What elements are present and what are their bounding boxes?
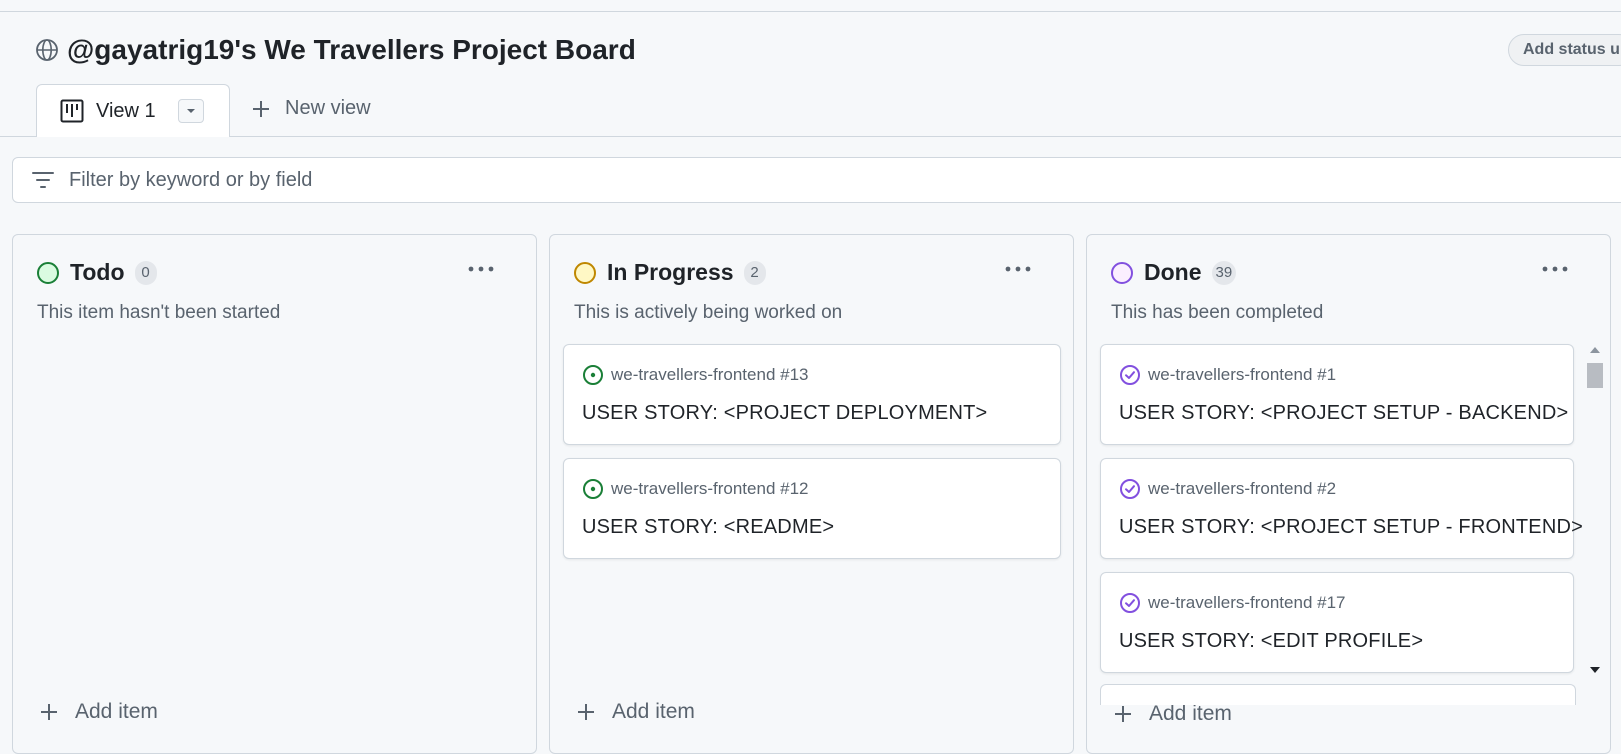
add-item-button[interactable]: Add item xyxy=(39,700,158,724)
ellipsis-icon xyxy=(1542,266,1568,272)
column-title: In Progress xyxy=(607,259,734,285)
add-item-label: Add item xyxy=(1149,702,1232,725)
new-view-label: New view xyxy=(285,97,371,119)
card-repo-label: we-travellers-frontend #2 xyxy=(1148,479,1337,498)
card-title[interactable]: USER STORY: <PROJECT SETUP - FRONTEND> xyxy=(1119,516,1583,539)
add-item-button[interactable]: Add item xyxy=(576,700,695,724)
scroll-down-arrow-icon xyxy=(1590,667,1600,673)
ellipsis-icon xyxy=(1005,266,1031,272)
issue-card[interactable]: we-travellers-frontend #17 USER STORY: <… xyxy=(1100,572,1574,673)
issue-card[interactable]: we-travellers-frontend #13 USER STORY: <… xyxy=(563,344,1061,445)
done-status-icon xyxy=(1111,261,1133,284)
column-description: This is actively being worked on xyxy=(574,302,843,323)
plus-icon xyxy=(1115,706,1131,722)
add-item-button[interactable]: Add item xyxy=(1113,702,1232,726)
add-status-update-button[interactable]: Add status u xyxy=(1508,34,1621,66)
project-header: @gayatrig19's We Travellers Project Boar… xyxy=(35,34,636,66)
filter-icon xyxy=(32,172,54,188)
card-repo-label: we-travellers-frontend #12 xyxy=(611,479,809,498)
column-in-progress: In Progress 2 This is actively being wor… xyxy=(549,234,1074,754)
filter-placeholder: Filter by keyword or by field xyxy=(69,168,313,191)
in-progress-status-icon xyxy=(574,261,596,284)
open-issue-icon xyxy=(583,479,603,499)
column-description: This has been completed xyxy=(1111,302,1324,323)
caret-down-icon xyxy=(186,109,195,113)
column-menu-button[interactable] xyxy=(1002,255,1034,283)
ellipsis-icon xyxy=(468,266,494,272)
item-count-badge: 0 xyxy=(134,260,157,285)
new-view-button[interactable]: New view xyxy=(251,97,371,120)
card-title[interactable]: USER STORY: <PROJECT DEPLOYMENT> xyxy=(582,402,987,425)
top-bar xyxy=(0,0,1621,12)
issue-card[interactable]: we-travellers-frontend #2 USER STORY: <P… xyxy=(1100,458,1583,559)
issue-card[interactable]: we-travellers-frontend #1 USER STORY: <P… xyxy=(1100,344,1574,445)
open-issue-icon xyxy=(583,365,603,385)
column-menu-button[interactable] xyxy=(465,255,497,283)
card-title[interactable]: USER STORY: <README> xyxy=(582,516,834,539)
view-options-button[interactable] xyxy=(177,99,204,123)
item-count-badge: 39 xyxy=(1211,260,1237,285)
add-item-label: Add item xyxy=(612,700,695,723)
issue-card[interactable]: we-travellers-frontend #12 USER STORY: <… xyxy=(563,458,1061,559)
closed-issue-icon xyxy=(1120,593,1140,613)
scroll-up-arrow-icon xyxy=(1590,347,1600,353)
tab-view-1[interactable]: View 1 xyxy=(36,84,230,137)
scrollbar[interactable] xyxy=(1585,340,1605,680)
card-title[interactable]: USER STORY: <PROJECT SETUP - BACKEND> xyxy=(1119,402,1568,425)
column-todo: Todo 0 This item hasn't been started Add… xyxy=(12,234,537,754)
card-repo-label: we-travellers-frontend #17 xyxy=(1148,593,1346,612)
column-title: Todo xyxy=(70,259,125,285)
plus-icon xyxy=(578,704,594,720)
column-done: Done 39 This has been completed we-trave… xyxy=(1086,234,1611,754)
card-repo-label: we-travellers-frontend #13 xyxy=(611,365,809,384)
column-title: Done xyxy=(1144,259,1202,285)
globe-icon xyxy=(36,39,58,61)
plus-icon xyxy=(41,704,57,720)
add-item-label: Add item xyxy=(75,700,158,723)
item-count-badge: 2 xyxy=(743,260,766,285)
card-title[interactable]: USER STORY: <EDIT PROFILE> xyxy=(1119,630,1423,653)
closed-issue-icon xyxy=(1120,479,1140,499)
tab-label: View 1 xyxy=(96,99,156,122)
filter-input[interactable]: Filter by keyword or by field xyxy=(12,157,1621,203)
closed-issue-icon xyxy=(1120,365,1140,385)
column-menu-button[interactable] xyxy=(1539,255,1571,283)
page-title: @gayatrig19's We Travellers Project Boar… xyxy=(67,34,636,65)
card-repo-label: we-travellers-frontend #1 xyxy=(1148,365,1337,384)
column-description: This item hasn't been started xyxy=(37,302,281,323)
board-icon xyxy=(60,99,84,123)
scrollbar-thumb xyxy=(1587,363,1603,388)
partially-visible-card[interactable] xyxy=(1100,684,1576,705)
tabs-divider xyxy=(0,136,1621,137)
todo-status-icon xyxy=(37,261,59,284)
plus-icon xyxy=(253,100,269,117)
